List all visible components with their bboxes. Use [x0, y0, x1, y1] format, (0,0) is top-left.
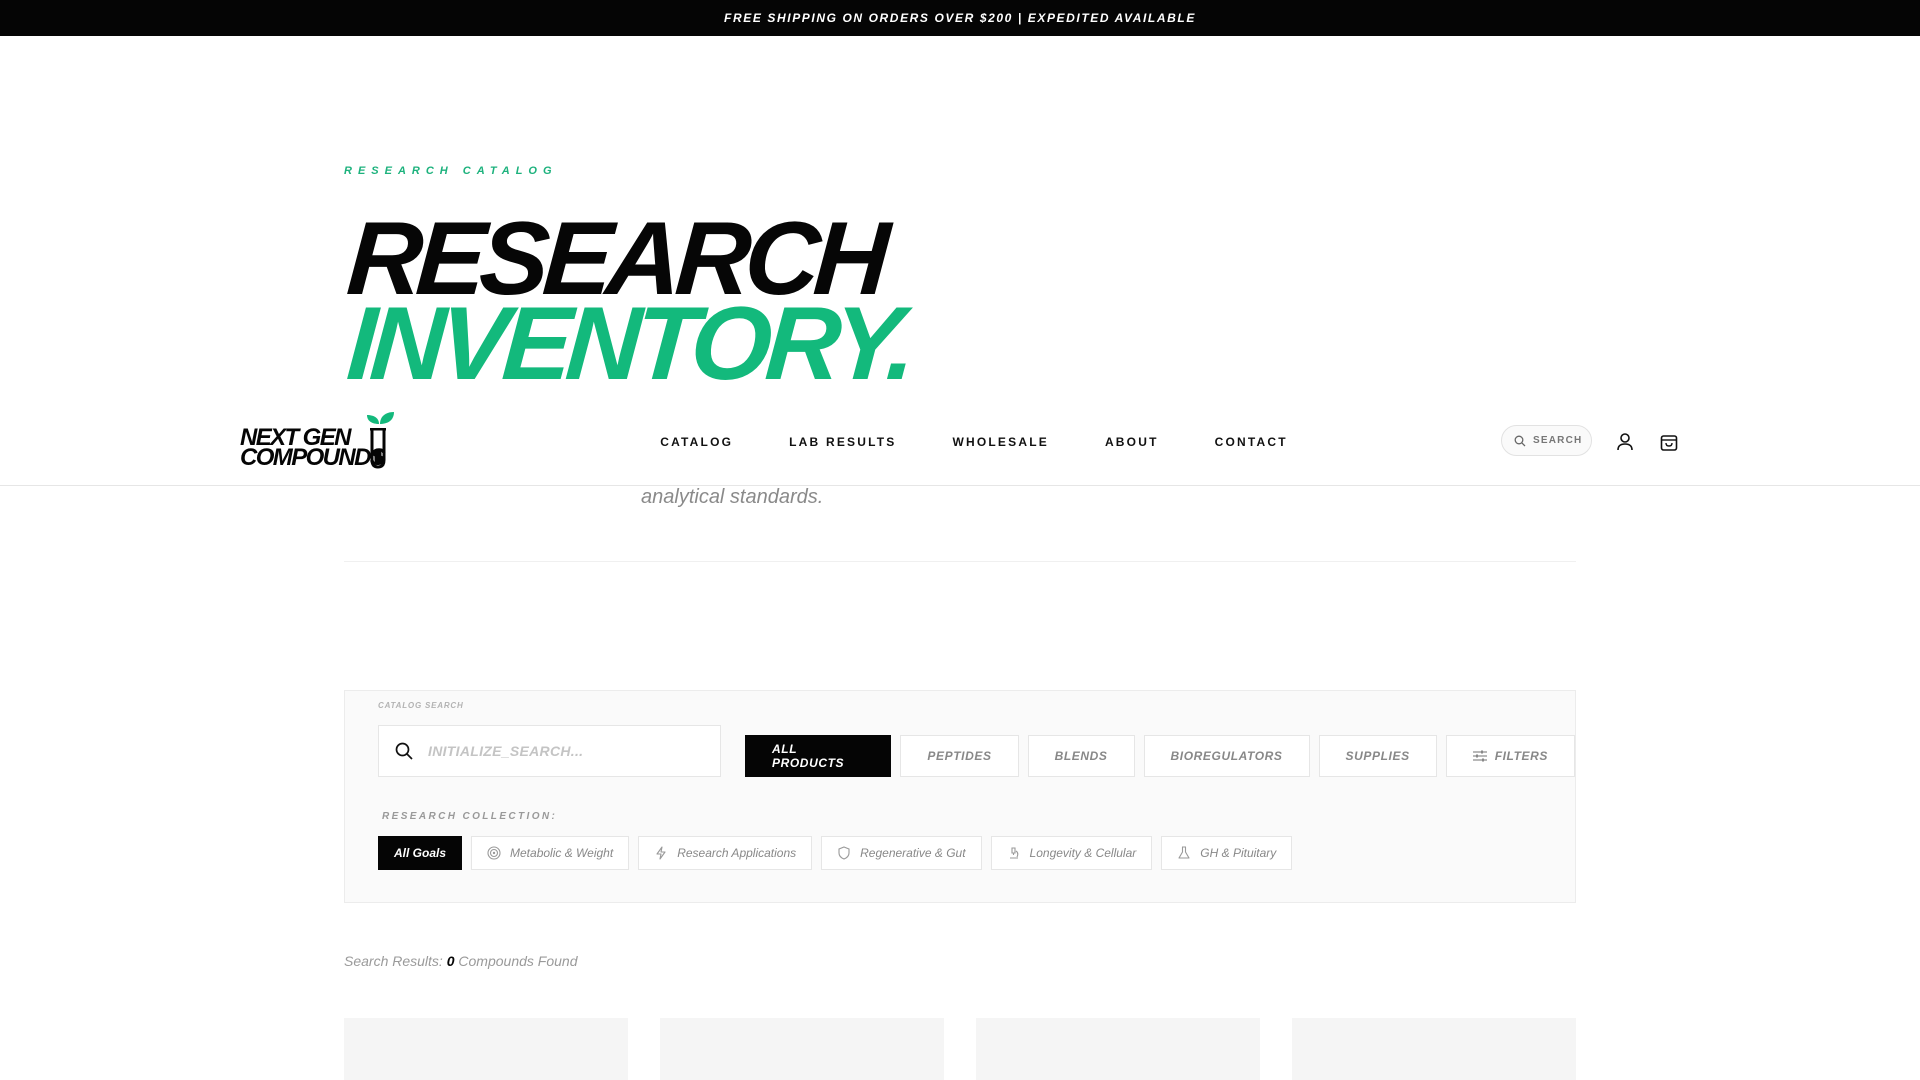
nav-about[interactable]: ABOUT [1105, 435, 1159, 449]
site-header: NEXT GEN COMPOUNDS CATALOG LAB RESULTS W… [0, 398, 1920, 486]
results-suffix: Compounds Found [458, 953, 578, 969]
search-results-summary: Search Results: 0 Compounds Found [344, 953, 577, 969]
catalog-search-label: CATALOG SEARCH [378, 701, 464, 710]
goal-label: Longevity & Cellular [1029, 846, 1137, 860]
hero-subtitle: analytical standards. [641, 486, 824, 508]
nav-catalog[interactable]: CATALOG [660, 435, 733, 449]
tab-supplies[interactable]: SUPPLIES [1318, 735, 1437, 777]
lightning-icon [656, 846, 666, 860]
tab-bioregulators[interactable]: BIOREGULATORS [1143, 735, 1310, 777]
goal-label: Metabolic & Weight [510, 846, 614, 860]
shield-icon [838, 846, 850, 860]
nav-contact[interactable]: CONTACT [1215, 435, 1288, 449]
goal-label: All Goals [394, 846, 447, 860]
results-count: 0 [446, 953, 455, 969]
search-icon [395, 742, 413, 760]
catalog-search-box[interactable] [378, 725, 721, 777]
tab-peptides[interactable]: PEPTIDES [900, 735, 1019, 777]
product-grid [344, 1018, 1576, 1080]
search-icon [1514, 435, 1526, 446]
filters-button[interactable]: FILTERS [1445, 735, 1575, 777]
nav-wholesale[interactable]: WHOLESALE [952, 435, 1048, 449]
goal-regenerative-gut[interactable]: Regenerative & Gut [821, 836, 982, 870]
sliders-icon [1472, 750, 1487, 762]
hero-title-line-2: INVENTORY. [343, 286, 915, 402]
goal-chips: All Goals Metabolic & Weight Research Ap… [378, 836, 1293, 870]
flask-icon [1178, 846, 1190, 859]
goal-label: Regenerative & Gut [860, 846, 966, 860]
research-collection-label: RESEARCH COLLECTION: [382, 811, 558, 822]
goal-longevity-cellular[interactable]: Longevity & Cellular [990, 836, 1153, 870]
tab-blends[interactable]: BLENDS [1027, 735, 1135, 777]
catalog-search-panel: CATALOG SEARCH ALL PRODUCTS PEPTIDES BLE… [344, 690, 1576, 903]
category-tabs: ALL PRODUCTS PEPTIDES BLENDS BIOREGULATO… [745, 735, 1575, 777]
results-prefix: Search Results: [344, 953, 443, 969]
tab-label: ALL PRODUCTS [772, 742, 845, 770]
hero-eyebrow: RESEARCH CATALOG [344, 165, 558, 177]
catalog-search-input[interactable] [428, 743, 698, 759]
nav-lab-results[interactable]: LAB RESULTS [789, 435, 896, 449]
header-search-label: SEARCH [1533, 435, 1583, 446]
product-card-placeholder [1292, 1018, 1576, 1080]
hero-divider [344, 561, 1576, 562]
announcement-text: FREE SHIPPING ON ORDERS OVER $200 | EXPE… [724, 11, 1196, 25]
goal-label: Research Applications [677, 846, 797, 860]
tab-label: SUPPLIES [1345, 749, 1410, 763]
goal-gh-pituitary[interactable]: GH & Pituitary [1161, 836, 1293, 870]
tab-label: PEPTIDES [927, 749, 992, 763]
goal-research-applications[interactable]: Research Applications [638, 836, 813, 870]
microscope-icon [1009, 847, 1018, 859]
tab-label: BLENDS [1054, 749, 1108, 763]
page: FREE SHIPPING ON ORDERS OVER $200 | EXPE… [0, 0, 1920, 1080]
goal-label: GH & Pituitary [1200, 846, 1277, 860]
goal-metabolic-weight[interactable]: Metabolic & Weight [471, 836, 630, 870]
tab-all-products[interactable]: ALL PRODUCTS [745, 735, 892, 777]
product-card-placeholder [660, 1018, 944, 1080]
user-account-icon[interactable] [1614, 431, 1636, 453]
shopping-bag-icon[interactable] [1658, 431, 1680, 453]
tab-label: BIOREGULATORS [1170, 749, 1283, 763]
product-card-placeholder [344, 1018, 628, 1080]
filters-label: FILTERS [1494, 749, 1548, 763]
header-search-button[interactable]: SEARCH [1501, 425, 1592, 456]
product-card-placeholder [976, 1018, 1260, 1080]
target-icon [487, 846, 501, 860]
goal-all-goals[interactable]: All Goals [378, 836, 463, 870]
announcement-bar: FREE SHIPPING ON ORDERS OVER $200 | EXPE… [0, 0, 1920, 36]
